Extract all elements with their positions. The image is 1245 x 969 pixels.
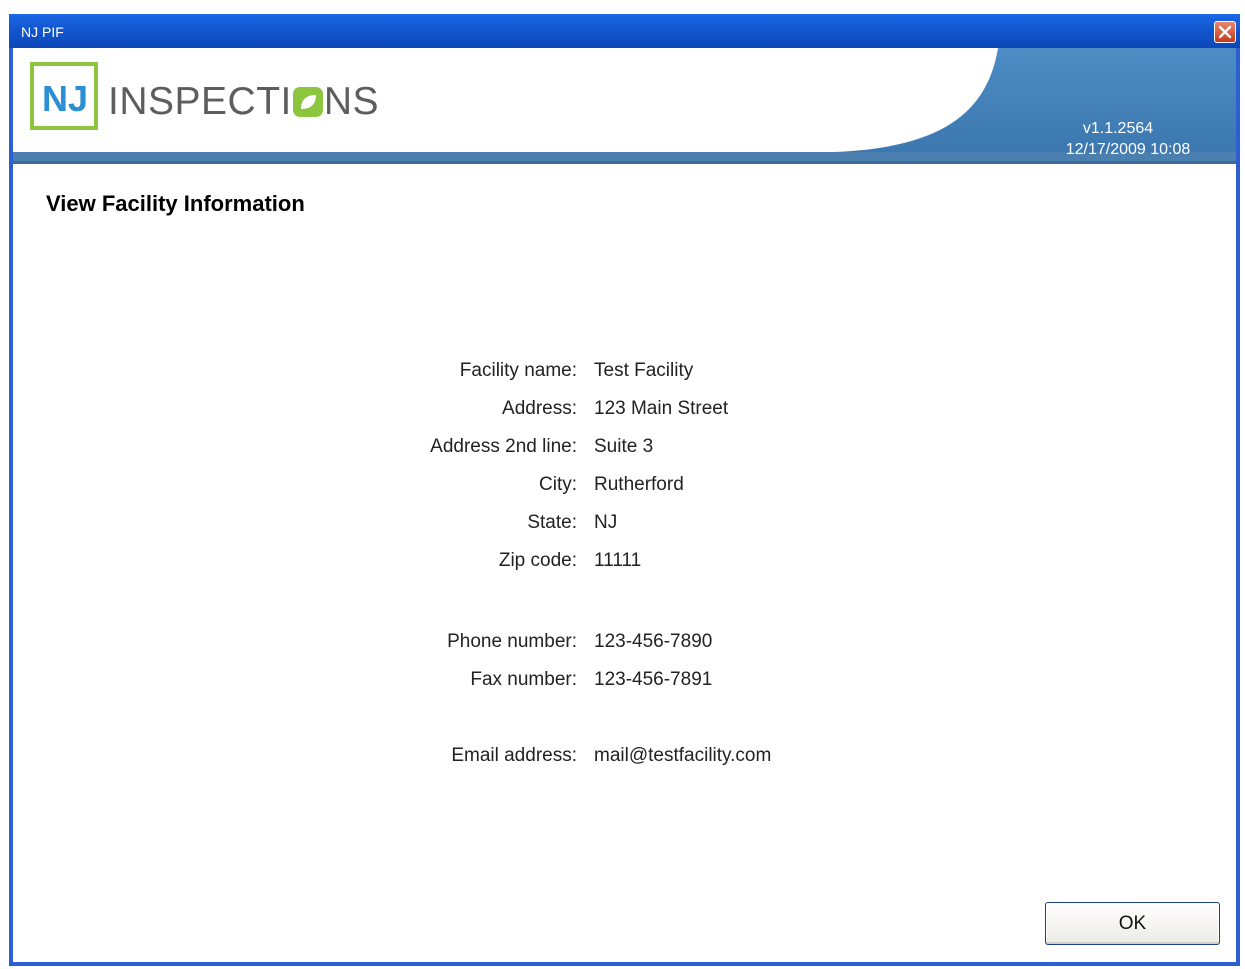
- close-button[interactable]: [1214, 21, 1236, 43]
- email-address-label: Email address:: [451, 745, 577, 766]
- address-label: Address:: [502, 398, 577, 419]
- fax-number-value: 123-456-7891: [594, 669, 713, 690]
- datetime-label: 12/17/2009 10:08: [1065, 141, 1191, 158]
- zip-code-label: Zip code:: [498, 550, 577, 571]
- leaf-icon: [292, 87, 323, 117]
- facility-name-value: Test Facility: [594, 360, 694, 381]
- city-label: City:: [539, 474, 577, 495]
- logo-box: NJ: [30, 62, 98, 130]
- email-address-value: mail@testfacility.com: [594, 745, 772, 766]
- ok-button[interactable]: OK: [1045, 902, 1220, 945]
- close-icon: [1218, 25, 1232, 39]
- phone-number-value: 123-456-7890: [594, 631, 713, 652]
- version-label: v1.1.2564: [1082, 120, 1154, 137]
- state-value: NJ: [594, 512, 618, 533]
- city-value: Rutherford: [594, 474, 684, 495]
- logo-wordmark: INSPECTI NS: [108, 80, 380, 123]
- zip-code-value: 11111: [594, 550, 642, 571]
- state-label: State:: [527, 512, 577, 533]
- title-bar[interactable]: NJ PIF: [9, 14, 1240, 48]
- logo-letters: NJ: [42, 78, 89, 119]
- address-2nd-line-value: Suite 3: [594, 436, 654, 457]
- fax-number-label: Fax number:: [470, 669, 577, 690]
- facility-name-label: Facility name:: [459, 360, 577, 381]
- address-2nd-line-label: Address 2nd line:: [430, 436, 577, 457]
- window-title: NJ PIF: [21, 24, 64, 40]
- address-value: 123 Main Street: [594, 398, 729, 419]
- phone-number-label: Phone number:: [447, 631, 577, 652]
- page-title: View Facility Information: [46, 191, 305, 216]
